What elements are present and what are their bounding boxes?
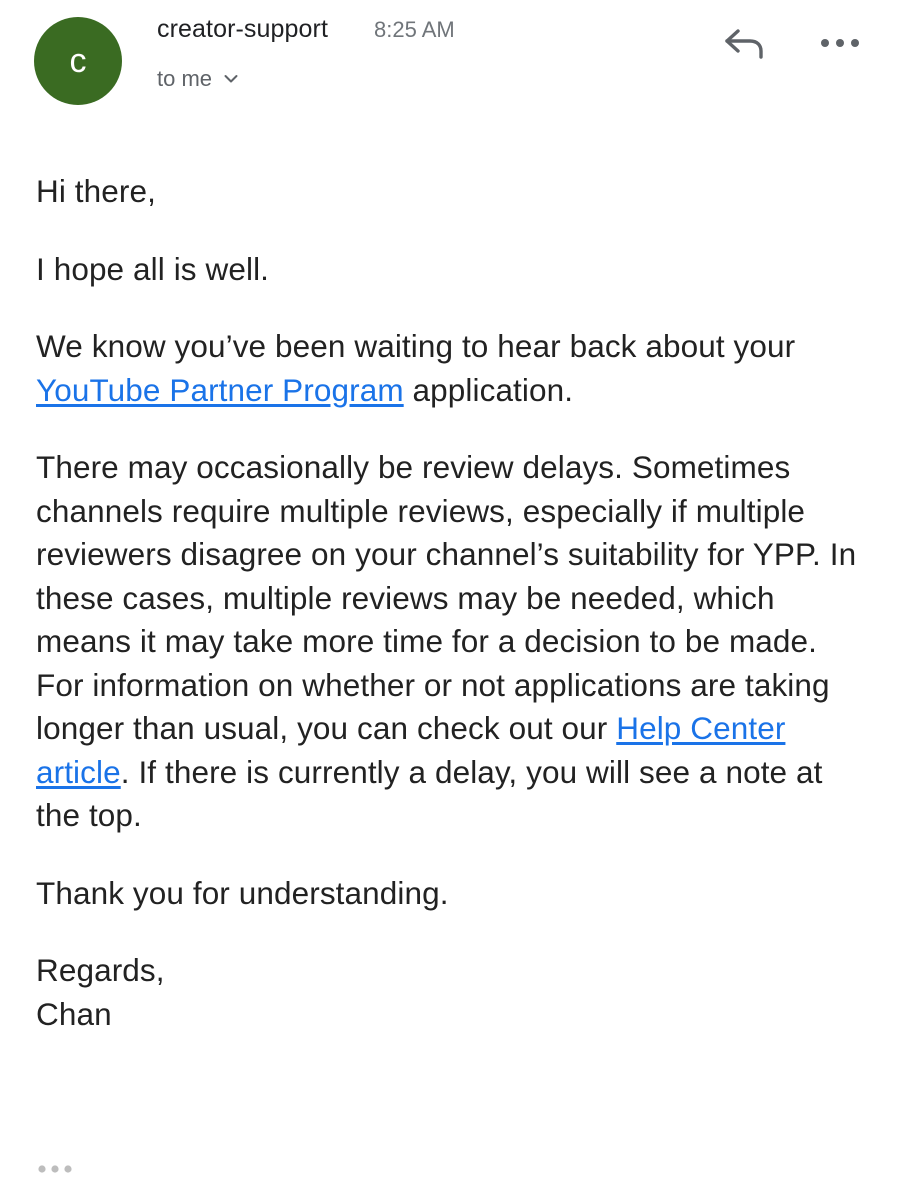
paragraph-3-text-before: We know you’ve been waiting to hear back…: [36, 328, 796, 364]
reply-icon: [725, 29, 763, 59]
more-options-button[interactable]: [810, 22, 870, 64]
paragraph-3-text-after: application.: [403, 371, 574, 408]
chevron-down-icon: [224, 75, 238, 83]
received-time: 8:25 AM: [374, 17, 455, 42]
ellipsis-icon: [38, 1165, 72, 1173]
paragraph-4-text-before: There may occasionally be review delays.…: [36, 449, 857, 746]
recipient-details-toggle[interactable]: to me: [157, 66, 238, 92]
body-paragraph-4: There may occasionally be review delays.…: [36, 446, 866, 838]
sender-name[interactable]: creator-support: [157, 15, 328, 44]
thanks-line: Thank you for understanding.: [36, 874, 449, 911]
paragraph-4-text-after: . If there is currently a delay, you wil…: [36, 753, 823, 834]
body-line-2: I hope all is well.: [36, 250, 270, 287]
avatar-letter: c: [69, 41, 87, 80]
body-paragraph-3: We know you’ve been waiting to hear back…: [36, 325, 866, 412]
recipient-label: to me: [157, 66, 213, 91]
signature-name: Chan: [36, 995, 112, 1032]
email-view: c creator-support 8:25 AM to me Hi there…: [0, 0, 900, 1200]
show-trimmed-content-button[interactable]: [36, 1158, 76, 1180]
youtube-partner-program-link[interactable]: YouTube Partner Program: [36, 372, 404, 408]
greeting: Hi there,: [36, 173, 156, 209]
signoff: Regards,: [36, 952, 165, 988]
signature-block: Regards, Chan: [36, 949, 866, 1036]
sender-avatar[interactable]: c: [34, 17, 122, 105]
reply-button[interactable]: [716, 18, 772, 68]
message-body: Hi there, I hope all is well. We know yo…: [36, 170, 866, 1036]
more-horizontal-icon: [821, 39, 859, 47]
